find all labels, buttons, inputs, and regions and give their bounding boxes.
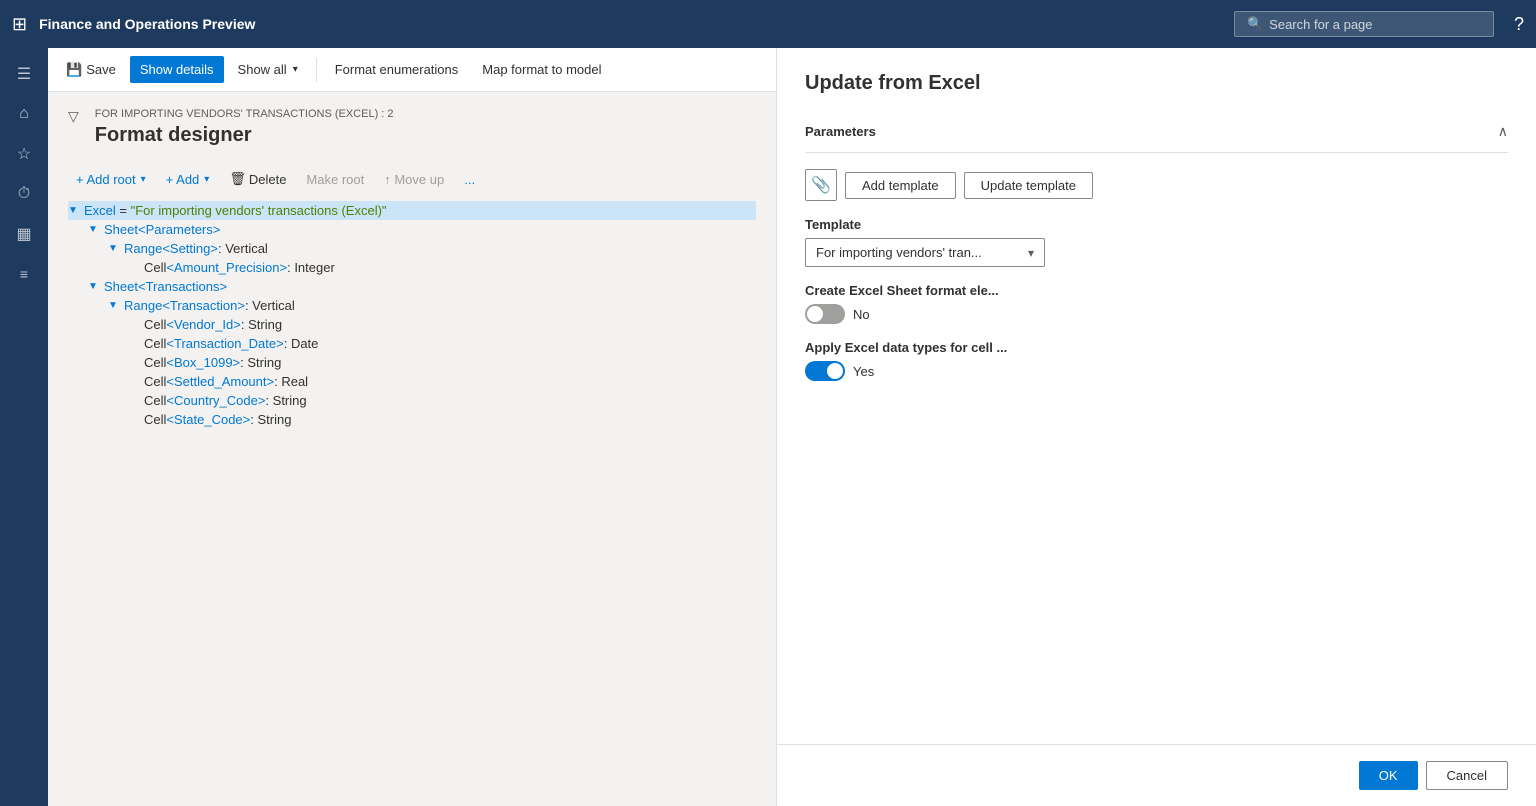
right-panel: Update from Excel Parameters ∧ 📎 Add tem… xyxy=(776,48,1536,806)
create-excel-label: Create Excel Sheet format ele... xyxy=(805,283,1508,298)
search-box[interactable]: 🔍 Search for a page xyxy=(1234,11,1494,37)
show-all-arrow-icon: ▾ xyxy=(293,64,298,75)
tree-node-cell-amount[interactable]: Cell<Amount_Precision>: Integer xyxy=(68,258,756,277)
collapse-icon[interactable]: ∧ xyxy=(1498,123,1508,140)
create-excel-toggle[interactable] xyxy=(805,304,845,324)
tree-node-root[interactable]: ▼ Excel = "For importing vendors' transa… xyxy=(68,201,756,220)
sidebar: ☰ ⌂ ☆ ⏱ ▦ ≡ xyxy=(0,48,48,806)
tree-node-cell-settled[interactable]: Cell<Settled_Amount>: Real xyxy=(68,372,756,391)
apply-excel-value: Yes xyxy=(853,364,874,379)
apply-excel-toggle-thumb xyxy=(827,363,843,379)
tree-node-range-transaction[interactable]: ▼ Range<Transaction>: Vertical xyxy=(68,296,756,315)
move-up-button[interactable]: ↑ Move up xyxy=(376,168,452,191)
sidebar-item-favorites[interactable]: ☆ xyxy=(6,136,42,172)
filter-icon: ▽ xyxy=(68,108,79,125)
toolbar-divider-1 xyxy=(316,58,317,82)
grid-icon[interactable]: ⊞ xyxy=(12,14,27,35)
ok-button[interactable]: OK xyxy=(1359,761,1418,790)
show-all-button[interactable]: Show all ▾ xyxy=(228,56,308,83)
expand-sheet-params-icon[interactable]: ▼ xyxy=(88,224,104,235)
apply-excel-toggle-row: Yes xyxy=(805,361,1508,381)
attach-icon: 📎 xyxy=(811,175,831,195)
apply-excel-toggle[interactable] xyxy=(805,361,845,381)
create-excel-toggle-row: No xyxy=(805,304,1508,324)
template-field-label: Template xyxy=(805,217,1508,232)
template-dropdown-value: For importing vendors' tran... xyxy=(816,245,982,260)
show-details-button[interactable]: Show details xyxy=(130,56,224,83)
sidebar-item-menu[interactable]: ☰ xyxy=(6,56,42,92)
expand-range-transaction-icon[interactable]: ▼ xyxy=(108,300,124,311)
right-panel-footer: OK Cancel xyxy=(777,744,1536,806)
content-area: 💾 Save Show details Show all ▾ Format en… xyxy=(48,48,776,806)
template-dropdown[interactable]: For importing vendors' tran... ▾ xyxy=(805,238,1045,267)
sidebar-item-home[interactable]: ⌂ xyxy=(6,96,42,132)
apply-excel-label: Apply Excel data types for cell ... xyxy=(805,340,1508,355)
save-button[interactable]: 💾 Save xyxy=(56,56,126,84)
search-placeholder: Search for a page xyxy=(1269,17,1372,32)
delete-icon: 🗑 xyxy=(229,171,246,187)
format-enumerations-button[interactable]: Format enumerations xyxy=(325,56,469,83)
expand-range-setting-icon[interactable]: ▼ xyxy=(108,243,124,254)
right-panel-title: Update from Excel xyxy=(777,48,1536,111)
map-format-button[interactable]: Map format to model xyxy=(472,56,611,83)
create-excel-field-row: Create Excel Sheet format ele... No xyxy=(805,283,1508,324)
add-arrow-icon: ▾ xyxy=(204,174,209,185)
top-bar: ⊞ Finance and Operations Preview 🔍 Searc… xyxy=(0,0,1536,48)
more-button[interactable]: ... xyxy=(456,168,483,191)
update-template-button[interactable]: Update template xyxy=(964,172,1093,199)
template-buttons: 📎 Add template Update template xyxy=(805,169,1508,201)
template-field-row: Template For importing vendors' tran... … xyxy=(805,217,1508,267)
sidebar-item-list[interactable]: ≡ xyxy=(6,256,42,292)
tree-node-cell-vendor[interactable]: Cell<Vendor_Id>: String xyxy=(68,315,756,334)
app-title: Finance and Operations Preview xyxy=(39,16,1222,32)
attach-button[interactable]: 📎 xyxy=(805,169,837,201)
toolbar: 💾 Save Show details Show all ▾ Format en… xyxy=(48,48,776,92)
tree-node-sheet-transactions[interactable]: ▼ Sheet<Transactions> xyxy=(68,277,756,296)
add-template-button[interactable]: Add template xyxy=(845,172,956,199)
params-section-header: Parameters ∧ xyxy=(805,111,1508,153)
breadcrumb: FOR IMPORTING VENDORS' TRANSACTIONS (EXC… xyxy=(95,108,394,120)
cancel-button[interactable]: Cancel xyxy=(1426,761,1508,790)
add-root-arrow-icon: ▾ xyxy=(141,174,146,185)
tree-node-cell-state[interactable]: Cell<State_Code>: String xyxy=(68,410,756,429)
tree-node-cell-txdate[interactable]: Cell<Transaction_Date>: Date xyxy=(68,334,756,353)
tree-node-range-setting[interactable]: ▼ Range<Setting>: Vertical xyxy=(68,239,756,258)
make-root-button[interactable]: Make root xyxy=(298,168,372,191)
designer-area: ▽ FOR IMPORTING VENDORS' TRANSACTIONS (E… xyxy=(48,92,776,806)
tree-node-sheet-params[interactable]: ▼ Sheet<Parameters> xyxy=(68,220,756,239)
tree-view: ▼ Excel = "For importing vendors' transa… xyxy=(68,201,756,429)
expand-root-icon[interactable]: ▼ xyxy=(68,205,84,216)
add-button[interactable]: + Add ▾ xyxy=(158,168,218,191)
help-icon[interactable]: ? xyxy=(1514,14,1524,35)
main-layout: ☰ ⌂ ☆ ⏱ ▦ ≡ 💾 Save Show details Show all… xyxy=(0,48,1536,806)
right-panel-body: Parameters ∧ 📎 Add template Update templ… xyxy=(777,111,1536,744)
template-dropdown-arrow-icon: ▾ xyxy=(1028,246,1034,260)
apply-excel-field-row: Apply Excel data types for cell ... Yes xyxy=(805,340,1508,381)
tree-toolbar: + Add root ▾ + Add ▾ 🗑 Delete Make root … xyxy=(68,167,756,191)
search-icon: 🔍 xyxy=(1247,16,1263,32)
add-root-button[interactable]: + Add root ▾ xyxy=(68,168,154,191)
save-icon: 💾 xyxy=(66,62,82,78)
params-section-title: Parameters xyxy=(805,124,876,139)
delete-button[interactable]: 🗑 Delete xyxy=(221,167,294,191)
tree-node-cell-country[interactable]: Cell<Country_Code>: String xyxy=(68,391,756,410)
create-excel-value: No xyxy=(853,307,870,322)
create-excel-toggle-thumb xyxy=(807,306,823,322)
page-title: Format designer xyxy=(95,124,394,147)
tree-node-cell-box[interactable]: Cell<Box_1099>: String xyxy=(68,353,756,372)
sidebar-item-recent[interactable]: ⏱ xyxy=(6,176,42,212)
expand-sheet-transactions-icon[interactable]: ▼ xyxy=(88,281,104,292)
sidebar-item-workspaces[interactable]: ▦ xyxy=(6,216,42,252)
